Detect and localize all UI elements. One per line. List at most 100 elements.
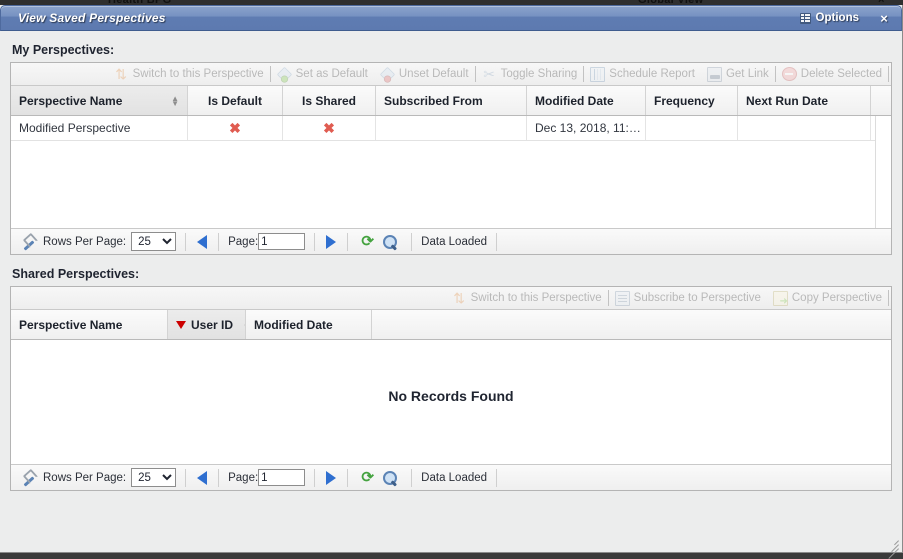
my-perspectives-body: Modified Perspective ✖ ✖ Dec 13, 2018, 1… bbox=[11, 116, 891, 228]
my-perspectives-pager: Rows Per Page: 25 Page: ⟳ Data Loaded bbox=[11, 228, 891, 254]
toolbar-label: Delete Selected bbox=[800, 68, 882, 80]
column-header-user-id[interactable]: User ID ▲▼ bbox=[168, 310, 246, 339]
status-label: Data Loaded bbox=[421, 471, 488, 484]
column-header-label: Next Run Date bbox=[746, 93, 829, 108]
cell-frequency bbox=[646, 116, 738, 140]
my-perspectives-grid: Switch to this Perspective Set as Defaul… bbox=[10, 62, 892, 255]
dialog-titlebar: View Saved Perspectives Options × bbox=[0, 5, 902, 31]
next-page-icon[interactable] bbox=[326, 470, 337, 485]
prev-page-icon[interactable] bbox=[197, 234, 208, 249]
pager-separator bbox=[185, 468, 187, 487]
column-header-label: Subscribed From bbox=[384, 93, 483, 108]
pager-separator bbox=[496, 468, 498, 487]
prev-page-icon[interactable] bbox=[197, 470, 208, 485]
tag-minus-icon bbox=[379, 66, 396, 82]
refresh-icon[interactable]: ⟳ bbox=[359, 233, 376, 250]
page-input[interactable] bbox=[258, 469, 306, 486]
column-header-is-default[interactable]: Is Default bbox=[188, 86, 283, 115]
column-header-frequency[interactable]: Frequency bbox=[646, 86, 738, 115]
pager-separator bbox=[347, 232, 349, 251]
cell-perspective-name: Modified Perspective bbox=[11, 116, 188, 140]
switch-arrows-icon bbox=[452, 291, 467, 306]
shared-perspectives-label: Shared Perspectives: bbox=[12, 267, 140, 281]
toolbar-label: Toggle Sharing bbox=[500, 68, 578, 80]
set-as-default-button[interactable]: Set as Default bbox=[271, 65, 374, 84]
page-label: Page: bbox=[228, 235, 259, 248]
column-header-is-shared[interactable]: Is Shared bbox=[283, 86, 376, 115]
magnifier-icon[interactable] bbox=[382, 470, 398, 486]
switch-to-this-perspective-button[interactable]: Switch to this Perspective bbox=[108, 65, 270, 84]
dialog-body: My Perspectives: Switch to this Perspect… bbox=[0, 31, 902, 552]
rows-per-page-select[interactable]: 25 bbox=[131, 232, 177, 251]
column-header-subscribed-from[interactable]: Subscribed From bbox=[376, 86, 527, 115]
scissors-icon bbox=[482, 67, 497, 82]
column-header-perspective-name[interactable]: Perspective Name bbox=[11, 310, 168, 339]
filter-funnel-icon bbox=[176, 320, 186, 329]
magnifier-icon[interactable] bbox=[382, 234, 398, 250]
cell-subscribed-from bbox=[376, 116, 527, 140]
column-header-spacer bbox=[871, 86, 891, 115]
toolbar-label: Switch to this Perspective bbox=[470, 292, 602, 304]
column-header-label: Is Shared bbox=[301, 93, 357, 108]
wrench-icon[interactable] bbox=[21, 234, 37, 250]
column-header-perspective-name[interactable]: Perspective Name ▲ ▼ bbox=[11, 86, 188, 115]
sort-arrows-icon: ▲▼ bbox=[171, 93, 179, 108]
toolbar-label: Set as Default bbox=[295, 68, 368, 80]
column-header-spacer bbox=[372, 310, 891, 339]
get-link-button[interactable]: Get Link bbox=[701, 65, 775, 84]
rows-per-page-label: Rows Per Page: bbox=[43, 235, 127, 248]
column-header-modified-date[interactable]: Modified Date bbox=[246, 310, 372, 339]
tag-plus-icon bbox=[276, 66, 292, 82]
my-perspectives-label: My Perspectives: bbox=[12, 43, 115, 57]
cell-is-shared: ✖ bbox=[283, 116, 376, 140]
toolbar-label: Switch to this Perspective bbox=[132, 68, 264, 80]
column-header-label: User ID bbox=[191, 317, 234, 332]
toolbar-label: Schedule Report bbox=[609, 68, 695, 80]
wrench-icon[interactable] bbox=[21, 470, 37, 486]
view-saved-perspectives-dialog: View Saved Perspectives Options × My Per… bbox=[0, 5, 903, 559]
shared-perspectives-toolbar: Switch to this Perspective Subscribe to … bbox=[11, 287, 891, 310]
page-input[interactable] bbox=[258, 233, 306, 250]
unset-default-button[interactable]: Unset Default bbox=[374, 65, 475, 84]
pager-separator bbox=[218, 468, 220, 487]
x-mark-icon: ✖ bbox=[229, 120, 241, 136]
close-icon[interactable]: × bbox=[877, 11, 891, 25]
page-title: View Saved Perspectives bbox=[18, 11, 166, 25]
pager-separator bbox=[314, 232, 316, 251]
resize-grip[interactable] bbox=[886, 536, 899, 559]
delete-circle-icon bbox=[781, 67, 797, 81]
schedule-report-button[interactable]: Schedule Report bbox=[584, 65, 701, 84]
subscribe-to-perspective-button[interactable]: Subscribe to Perspective bbox=[609, 289, 767, 308]
pager-separator bbox=[314, 468, 316, 487]
pager-separator bbox=[185, 232, 187, 251]
rows-per-page-select[interactable]: 25 bbox=[131, 468, 177, 487]
toolbar-separator bbox=[888, 66, 889, 82]
column-header-label: Modified Date bbox=[535, 93, 614, 108]
column-header-modified-date[interactable]: Modified Date bbox=[527, 86, 646, 115]
options-label: Options bbox=[815, 12, 859, 24]
cell-next-run-date bbox=[738, 116, 871, 140]
toggle-sharing-button[interactable]: Toggle Sharing bbox=[476, 65, 584, 84]
options-button[interactable]: Options bbox=[794, 10, 865, 26]
copy-perspective-button[interactable]: Copy Perspective bbox=[767, 289, 888, 308]
delete-selected-button[interactable]: Delete Selected bbox=[776, 65, 888, 84]
shared-switch-to-this-perspective-button[interactable]: Switch to this Perspective bbox=[446, 289, 608, 308]
shared-perspectives-header-row: Perspective Name User ID ▲▼ Modified Dat… bbox=[11, 310, 891, 340]
toolbar-label: Subscribe to Perspective bbox=[633, 292, 761, 304]
refresh-icon[interactable]: ⟳ bbox=[359, 469, 376, 486]
pager-separator bbox=[411, 232, 413, 251]
x-mark-icon: ✖ bbox=[323, 120, 335, 136]
link-icon bbox=[706, 66, 722, 82]
column-header-label: Perspective Name bbox=[19, 93, 123, 108]
pager-separator bbox=[496, 232, 498, 251]
next-page-icon[interactable] bbox=[326, 234, 337, 249]
table-row[interactable]: Modified Perspective ✖ ✖ Dec 13, 2018, 1… bbox=[11, 116, 891, 141]
sort-arrows-icon: ▲▼ bbox=[237, 318, 245, 331]
page-label: Page: bbox=[228, 471, 259, 484]
column-header-next-run-date[interactable]: Next Run Date bbox=[738, 86, 871, 115]
subscribe-icon bbox=[614, 290, 630, 306]
toolbar-label: Copy Perspective bbox=[791, 292, 882, 304]
column-header-label: Frequency bbox=[654, 93, 715, 108]
column-header-label: Is Default bbox=[207, 93, 262, 108]
pager-separator bbox=[347, 468, 349, 487]
